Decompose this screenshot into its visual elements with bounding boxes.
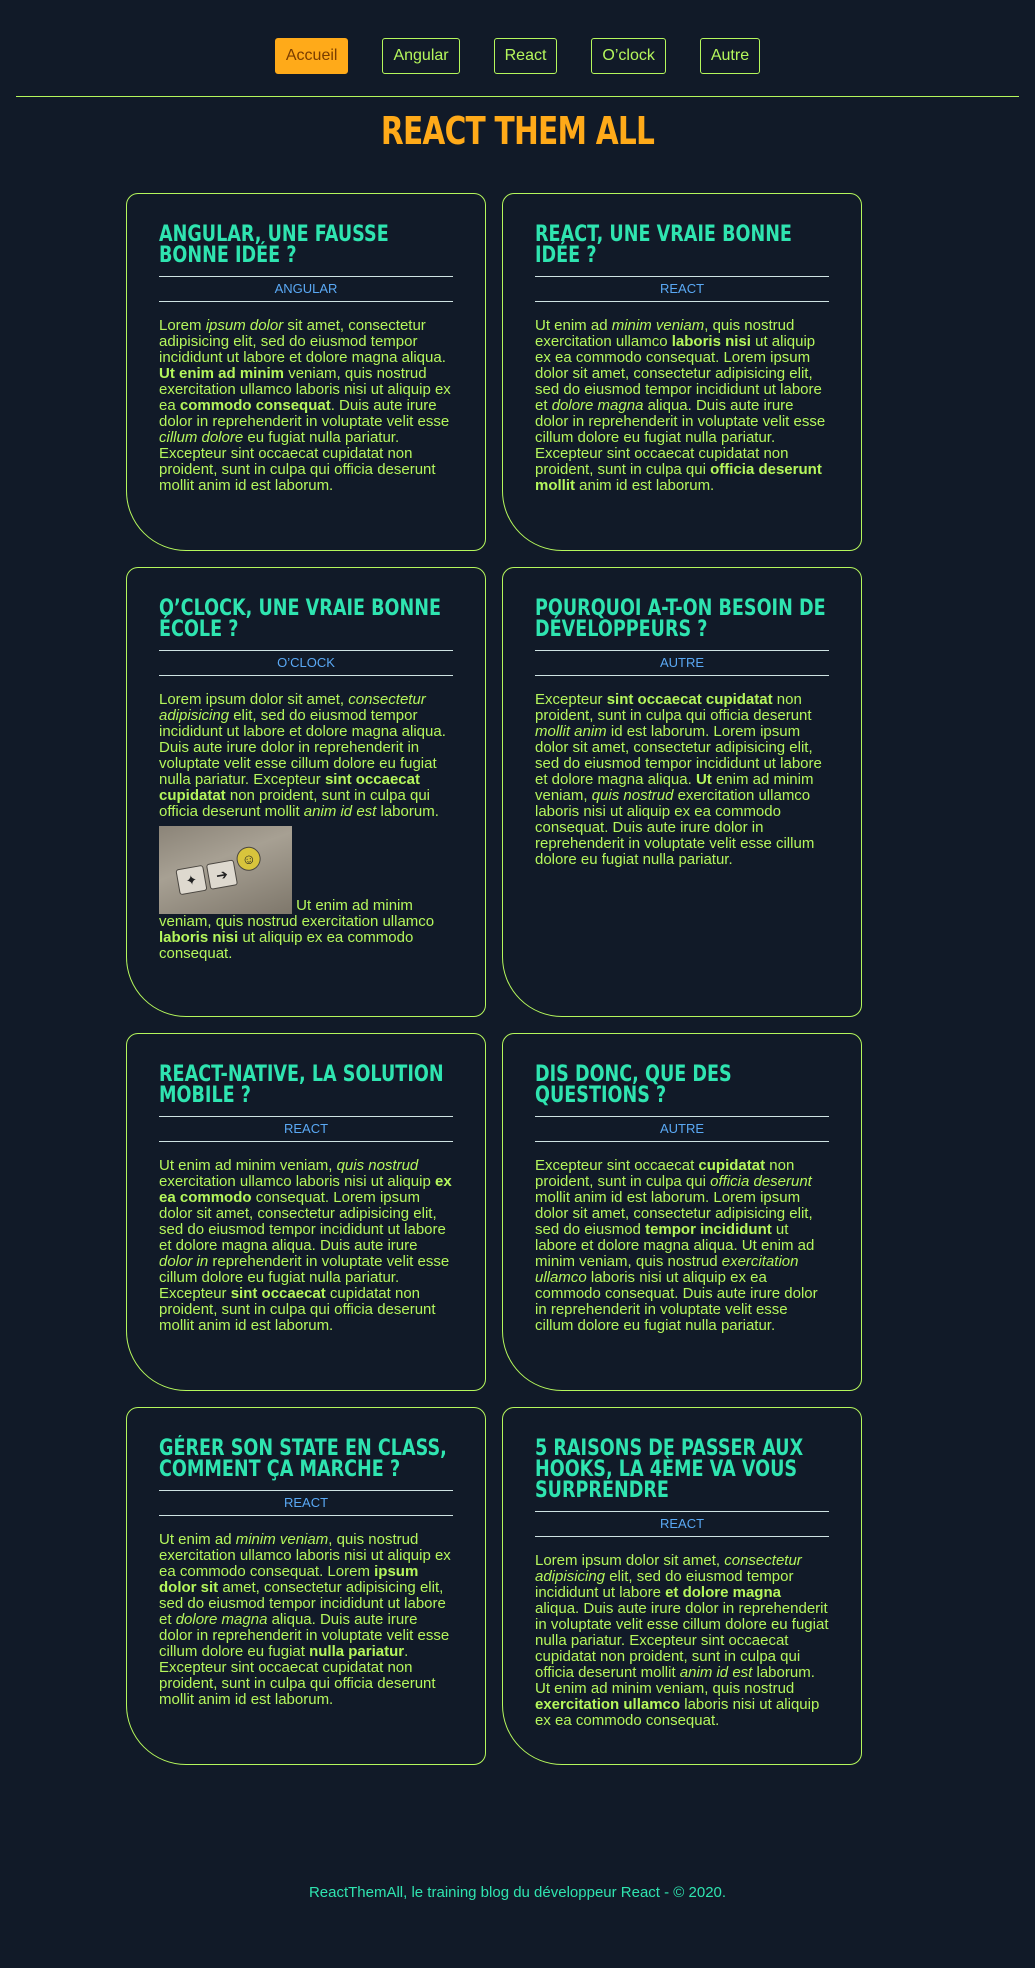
post-excerpt: Ut enim ad minim veniam, quis nostrud ex…: [159, 1531, 451, 1708]
post-title[interactable]: React, une vraie bonne idée ?: [535, 224, 829, 267]
post-title[interactable]: Gérer son state en class, comment ça mar…: [159, 1438, 453, 1481]
post-category-link[interactable]: React: [535, 1511, 829, 1537]
post-title[interactable]: Pourquoi a-t-on besoin de développeurs ?: [535, 598, 829, 641]
post-card: Pourquoi a-t-on besoin de développeurs ?…: [502, 567, 862, 1017]
post-excerpt: Excepteur sint occaecat cupidatat non pr…: [535, 691, 822, 868]
post-category-link[interactable]: Angular: [159, 276, 453, 302]
post-title[interactable]: O’clock, une vraie bonne école ?: [159, 598, 453, 641]
post-category-link[interactable]: Autre: [535, 1116, 829, 1142]
site-footer: ReactThemAll, le training blog du dévelo…: [308, 1884, 727, 1901]
arrow-right-icon: ➔: [205, 859, 239, 890]
post-excerpt: Lorem ipsum dolor sit amet, consectetur …: [159, 692, 453, 962]
post-excerpt: Ut enim ad minim veniam, quis nostrud ex…: [535, 317, 826, 494]
post-category-link[interactable]: React: [159, 1490, 453, 1516]
post-title[interactable]: 5 raisons de passer aux hooks, la 4ème v…: [535, 1438, 829, 1502]
site-title: REACT THEM ALL: [380, 109, 655, 153]
main-nav: Accueil Angular React O’clock Autre: [0, 0, 1035, 74]
post-excerpt: Lorem ipsum dolor sit amet, consectetur …: [159, 317, 451, 494]
smiley-icon: ☺: [234, 844, 263, 873]
nav-item-angular[interactable]: Angular: [382, 38, 460, 74]
nav-item-accueil[interactable]: Accueil: [274, 38, 349, 74]
post-title[interactable]: Angular, une fausse bonne idée ?: [159, 224, 453, 267]
post-category-link[interactable]: Autre: [535, 650, 829, 676]
post-card: React-native, la solution mobile ? React…: [126, 1033, 486, 1391]
nav-item-oclock[interactable]: O’clock: [591, 38, 666, 74]
key-icon: ✦: [175, 864, 208, 896]
post-card: Gérer son state en class, comment ça mar…: [126, 1407, 486, 1765]
post-image: ✦ ➔ ☺: [159, 826, 292, 914]
post-card: Dis donc, que des questions ? Autre Exce…: [502, 1033, 862, 1391]
post-category-link[interactable]: React: [159, 1116, 453, 1142]
post-excerpt: Excepteur sint occaecat cupidatat non pr…: [535, 1157, 818, 1334]
post-category-link[interactable]: O’clock: [159, 650, 453, 676]
nav-divider: [16, 96, 1019, 97]
post-excerpt: Ut enim ad minim veniam, quis nostrud ex…: [159, 1157, 452, 1334]
post-excerpt-text: Lorem ipsum dolor sit amet, consectetur …: [159, 691, 446, 820]
post-title[interactable]: React-native, la solution mobile ?: [159, 1064, 453, 1107]
post-excerpt: Lorem ipsum dolor sit amet, consectetur …: [535, 1552, 829, 1729]
post-card: Angular, une fausse bonne idée ? Angular…: [126, 193, 486, 551]
post-card: 5 raisons de passer aux hooks, la 4ème v…: [502, 1407, 862, 1765]
post-title[interactable]: Dis donc, que des questions ?: [535, 1064, 829, 1107]
posts-grid: Angular, une fausse bonne idée ? Angular…: [126, 193, 862, 1765]
post-card: O’clock, une vraie bonne école ? O’clock…: [126, 567, 486, 1017]
post-card: React, une vraie bonne idée ? React Ut e…: [502, 193, 862, 551]
nav-item-react[interactable]: React: [493, 38, 558, 74]
nav-item-autre[interactable]: Autre: [699, 38, 761, 74]
post-category-link[interactable]: React: [535, 276, 829, 302]
